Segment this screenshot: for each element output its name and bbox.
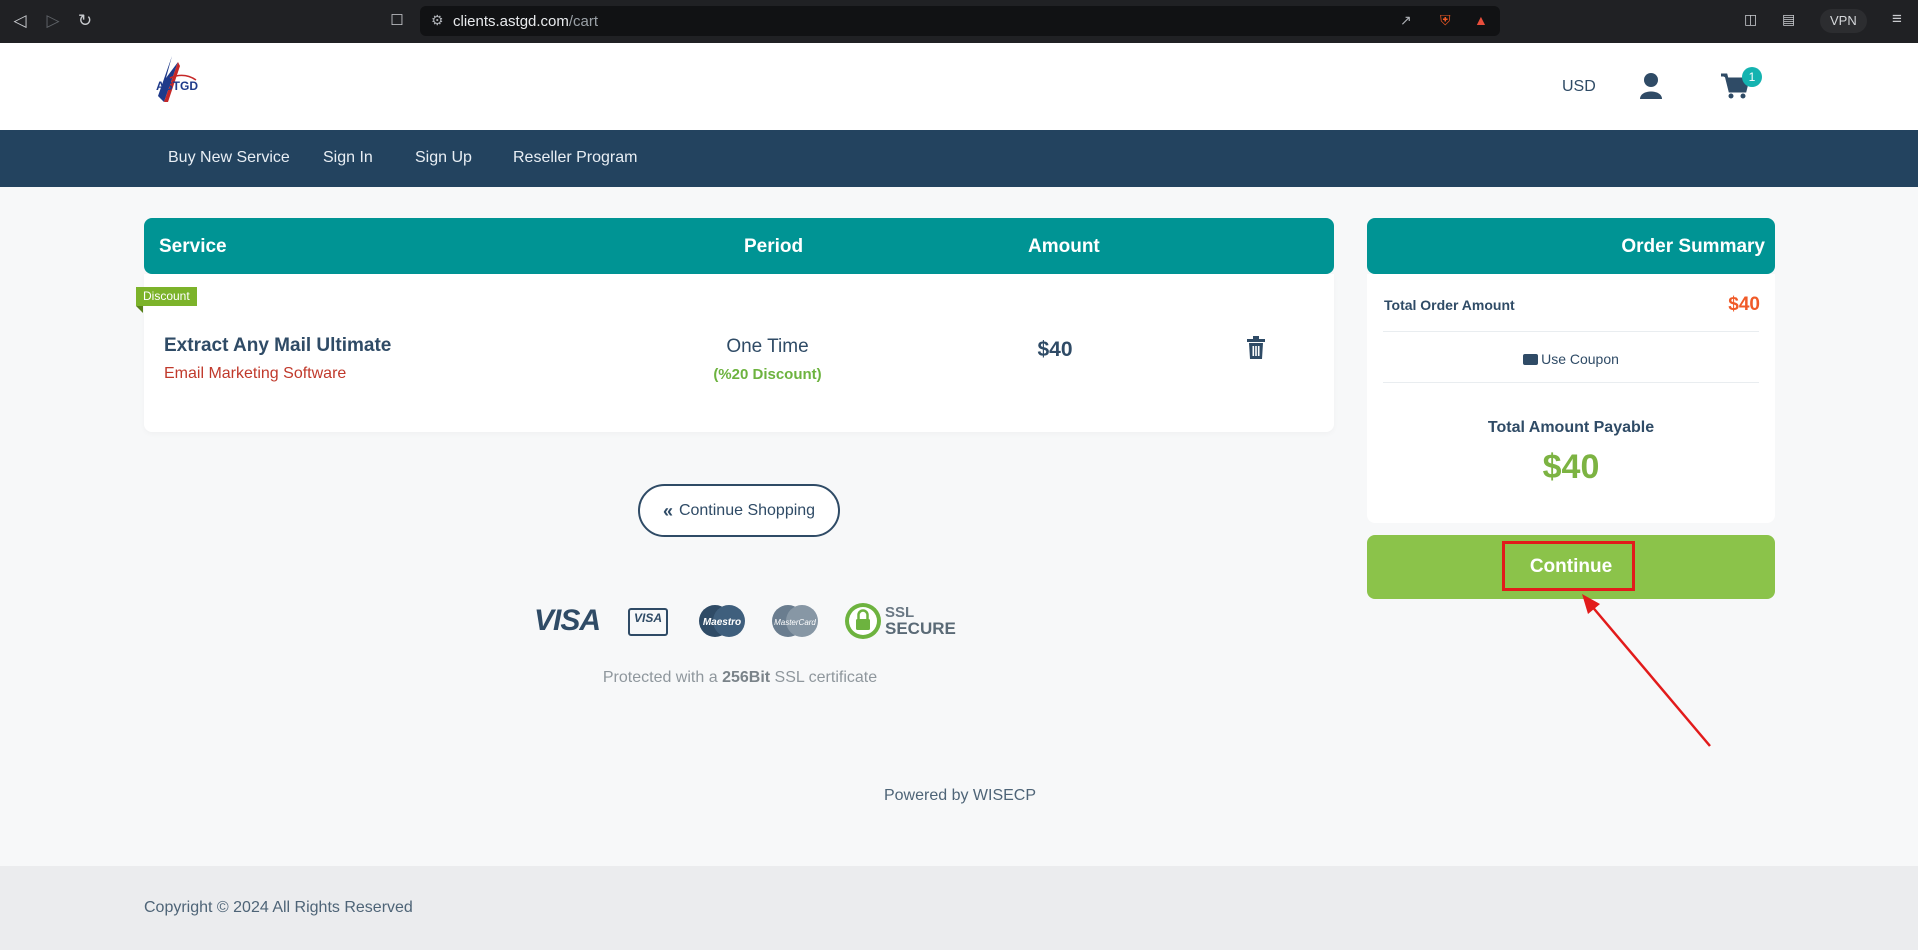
vpn-button[interactable]: VPN	[1820, 9, 1867, 33]
continue-shopping-button[interactable]: « Continue Shopping	[638, 484, 840, 537]
site-header	[0, 43, 1918, 130]
total-payable-label: Total Amount Payable	[1487, 419, 1655, 436]
site-info-icon[interactable]: ⚙	[431, 12, 444, 29]
annotation-highlight-box	[1502, 541, 1635, 591]
nav-reseller-program[interactable]: Reseller Program	[513, 149, 637, 167]
nav-sign-up[interactable]: Sign Up	[415, 149, 472, 167]
currency-selector[interactable]: USD	[1562, 78, 1596, 96]
share-icon[interactable]: ↗	[1400, 12, 1412, 29]
column-period: Period	[744, 236, 804, 257]
ssl-secure-badge: SSL SECURE	[885, 604, 956, 638]
url-domain: clients.astgd.com	[453, 13, 569, 30]
total-order-amount-value: $40	[1728, 294, 1760, 315]
user-icon[interactable]	[1638, 72, 1664, 100]
menu-icon[interactable]: ≡	[1892, 9, 1902, 29]
double-chevron-left-icon: «	[662, 500, 673, 521]
total-order-amount-label: Total Order Amount	[1384, 297, 1515, 313]
nav-sign-in[interactable]: Sign In	[323, 149, 373, 167]
sidebar-icon[interactable]: ◫	[1744, 11, 1757, 28]
product-name[interactable]: Extract Any Mail Ultimate	[164, 335, 391, 357]
annotation-arrow	[1582, 594, 1711, 747]
visa-logo: VISA	[534, 604, 601, 637]
product-category: Email Marketing Software	[164, 365, 347, 382]
cart-table-header	[144, 218, 1334, 274]
summary-divider	[1383, 331, 1759, 332]
ssl-note: Protected with a 256Bit SSL certificate	[602, 669, 878, 686]
cart-count-badge: 1	[1742, 67, 1762, 87]
powered-by[interactable]: Powered by WISECP	[760, 787, 1160, 805]
forward-icon[interactable]: ▷	[43, 11, 63, 31]
item-period: One Time	[726, 336, 809, 357]
ticket-icon	[1523, 354, 1539, 365]
discount-tag: Discount	[136, 287, 197, 313]
maestro-logo: Maestro	[698, 603, 746, 644]
address-bar[interactable]: ⚙ clients.astgd.com/cart ↗ ⛨ ▲	[420, 6, 1500, 36]
back-icon[interactable]: ◁	[10, 11, 30, 31]
brave-shield-icon[interactable]: ⛨	[1440, 12, 1451, 29]
total-payable-value: $40	[1542, 448, 1600, 486]
svg-text:MasterCard: MasterCard	[774, 618, 816, 627]
trash-icon[interactable]	[1246, 336, 1266, 360]
visa-electron-logo: VISA	[628, 608, 668, 636]
order-summary-header: Order Summary	[1367, 218, 1775, 274]
nav-buy-new-service[interactable]: Buy New Service	[168, 149, 290, 167]
column-amount: Amount	[1028, 236, 1100, 257]
browser-toolbar: ◁ ▷ ↻ ☐ ⚙ clients.astgd.com/cart ↗ ⛨ ▲ ◫…	[0, 0, 1918, 43]
ssl-shield-icon	[844, 600, 882, 647]
use-coupon-label: Use Coupon	[1541, 351, 1619, 367]
order-summary-title: Order Summary	[1621, 236, 1765, 257]
site-logo[interactable]: ASTGD	[150, 52, 202, 108]
brave-rewards-icon[interactable]: ▲	[1474, 12, 1488, 28]
continue-shopping-label: Continue Shopping	[678, 501, 816, 519]
svg-text:Maestro: Maestro	[703, 617, 741, 628]
wallet-icon[interactable]: ▤	[1782, 11, 1795, 28]
mastercard-logo: MasterCard	[771, 603, 819, 644]
use-coupon-link[interactable]: Use Coupon	[1367, 351, 1775, 367]
summary-divider	[1383, 382, 1759, 383]
bookmark-icon[interactable]: ☐	[387, 11, 407, 31]
reload-icon[interactable]: ↻	[75, 11, 95, 31]
column-service: Service	[159, 236, 227, 257]
item-amount: $40	[1037, 338, 1073, 361]
logo-text: ASTGD	[156, 79, 198, 93]
item-period-discount: (%20 Discount)	[713, 366, 822, 383]
copyright-text: Copyright © 2024 All Rights Reserved	[144, 899, 413, 916]
url-path: /cart	[568, 13, 599, 30]
